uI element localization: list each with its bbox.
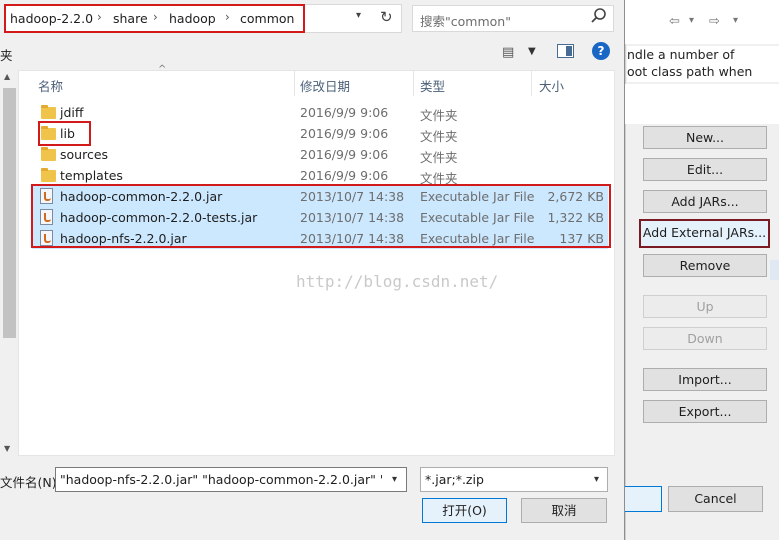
add-jars-button[interactable]: Add JARs...: [643, 190, 767, 213]
forward-arrow-icon[interactable]: ⇨: [709, 14, 720, 29]
help-icon[interactable]: ?: [592, 42, 610, 60]
description-line-1: ndle a number of: [627, 47, 735, 62]
view-dropdown-icon[interactable]: ▼: [528, 46, 536, 57]
file-modified: 2016/9/9 9:06: [300, 105, 389, 120]
open-button[interactable]: 打开(O): [422, 498, 507, 523]
column-divider[interactable]: [294, 70, 295, 96]
chevron-down-icon[interactable]: ▾: [356, 10, 361, 21]
file-type-filter-value[interactable]: *.jar;*.zip: [425, 472, 484, 487]
back-arrow-icon[interactable]: ⇦: [669, 14, 680, 29]
background-dialog-header: ⇦ ⇨ ▾ ▾: [625, 0, 779, 44]
folder-icon: [41, 168, 56, 182]
filename-value[interactable]: "hadoop-nfs-2.2.0.jar" "hadoop-common-2.…: [60, 472, 382, 487]
back-dropdown-icon[interactable]: ▾: [689, 15, 694, 26]
edit-button[interactable]: Edit...: [643, 158, 767, 181]
scroll-down-icon[interactable]: ▼: [4, 444, 10, 453]
description-line-2: oot class path when: [627, 64, 753, 79]
background-list-selection: [770, 260, 779, 280]
chevron-down-icon[interactable]: ▾: [392, 474, 397, 485]
new-button[interactable]: New...: [643, 126, 767, 149]
table-row[interactable]: jdiff 2016/9/9 9:06 文件夹: [32, 102, 608, 123]
file-name: templates: [60, 168, 123, 183]
view-options-icon[interactable]: ▤: [502, 45, 514, 60]
background-list-area: [625, 84, 779, 124]
finish-button-edge[interactable]: [624, 486, 662, 512]
navigation-scrollbar-thumb[interactable]: [3, 88, 16, 338]
column-header-modified[interactable]: 修改日期: [300, 76, 350, 95]
file-modified: 2016/9/9 9:06: [300, 168, 389, 183]
down-button[interactable]: Down: [643, 327, 767, 350]
file-modified: 2016/9/9 9:06: [300, 126, 389, 141]
file-type: 文件夹: [420, 150, 458, 165]
lib-highlight-box: [38, 121, 91, 146]
cancel-button[interactable]: 取消: [521, 498, 607, 523]
jars-highlight-box: [31, 184, 611, 248]
filename-label: 文件名(N):: [0, 475, 61, 490]
file-name: jdiff: [60, 105, 84, 120]
watermark-text: http://blog.csdn.net/: [296, 272, 499, 291]
add-external-jars-button[interactable]: Add External JARs...: [639, 219, 770, 248]
file-modified: 2016/9/9 9:06: [300, 147, 389, 162]
export-button[interactable]: Export...: [643, 400, 767, 423]
table-row[interactable]: sources 2016/9/9 9:06 文件夹: [32, 144, 608, 165]
background-cancel-button[interactable]: Cancel: [668, 486, 763, 512]
up-button[interactable]: Up: [643, 295, 767, 318]
import-button[interactable]: Import...: [643, 368, 767, 391]
forward-dropdown-icon[interactable]: ▾: [733, 15, 738, 26]
sort-ascending-icon: ^: [158, 64, 167, 75]
column-header-name[interactable]: 名称: [38, 76, 63, 95]
table-row[interactable]: templates 2016/9/9 9:06 文件夹: [32, 165, 608, 186]
refresh-icon[interactable]: ↻: [380, 8, 393, 26]
scroll-up-icon[interactable]: ▲: [4, 72, 10, 81]
file-name: sources: [60, 147, 109, 162]
address-highlight-box: [4, 4, 305, 33]
column-divider[interactable]: [413, 70, 414, 96]
search-placeholder: 搜索"common": [420, 14, 511, 29]
file-type: 文件夹: [420, 129, 458, 144]
preview-pane-icon[interactable]: [557, 44, 574, 58]
folder-icon: [41, 147, 56, 161]
chevron-down-icon[interactable]: ▾: [594, 474, 599, 485]
table-row[interactable]: lib 2016/9/9 9:06 文件夹: [32, 123, 608, 144]
file-type: 文件夹: [420, 108, 458, 123]
folder-icon: [41, 105, 56, 119]
remove-button[interactable]: Remove: [643, 254, 767, 277]
background-description-text: ndle a number of oot class path when: [627, 46, 779, 82]
column-divider[interactable]: [531, 70, 532, 96]
search-icon[interactable]: [590, 7, 608, 25]
column-header-type[interactable]: 类型: [420, 76, 445, 95]
toolbar-label[interactable]: 夹: [0, 45, 13, 64]
column-header-size[interactable]: 大小: [539, 76, 564, 95]
